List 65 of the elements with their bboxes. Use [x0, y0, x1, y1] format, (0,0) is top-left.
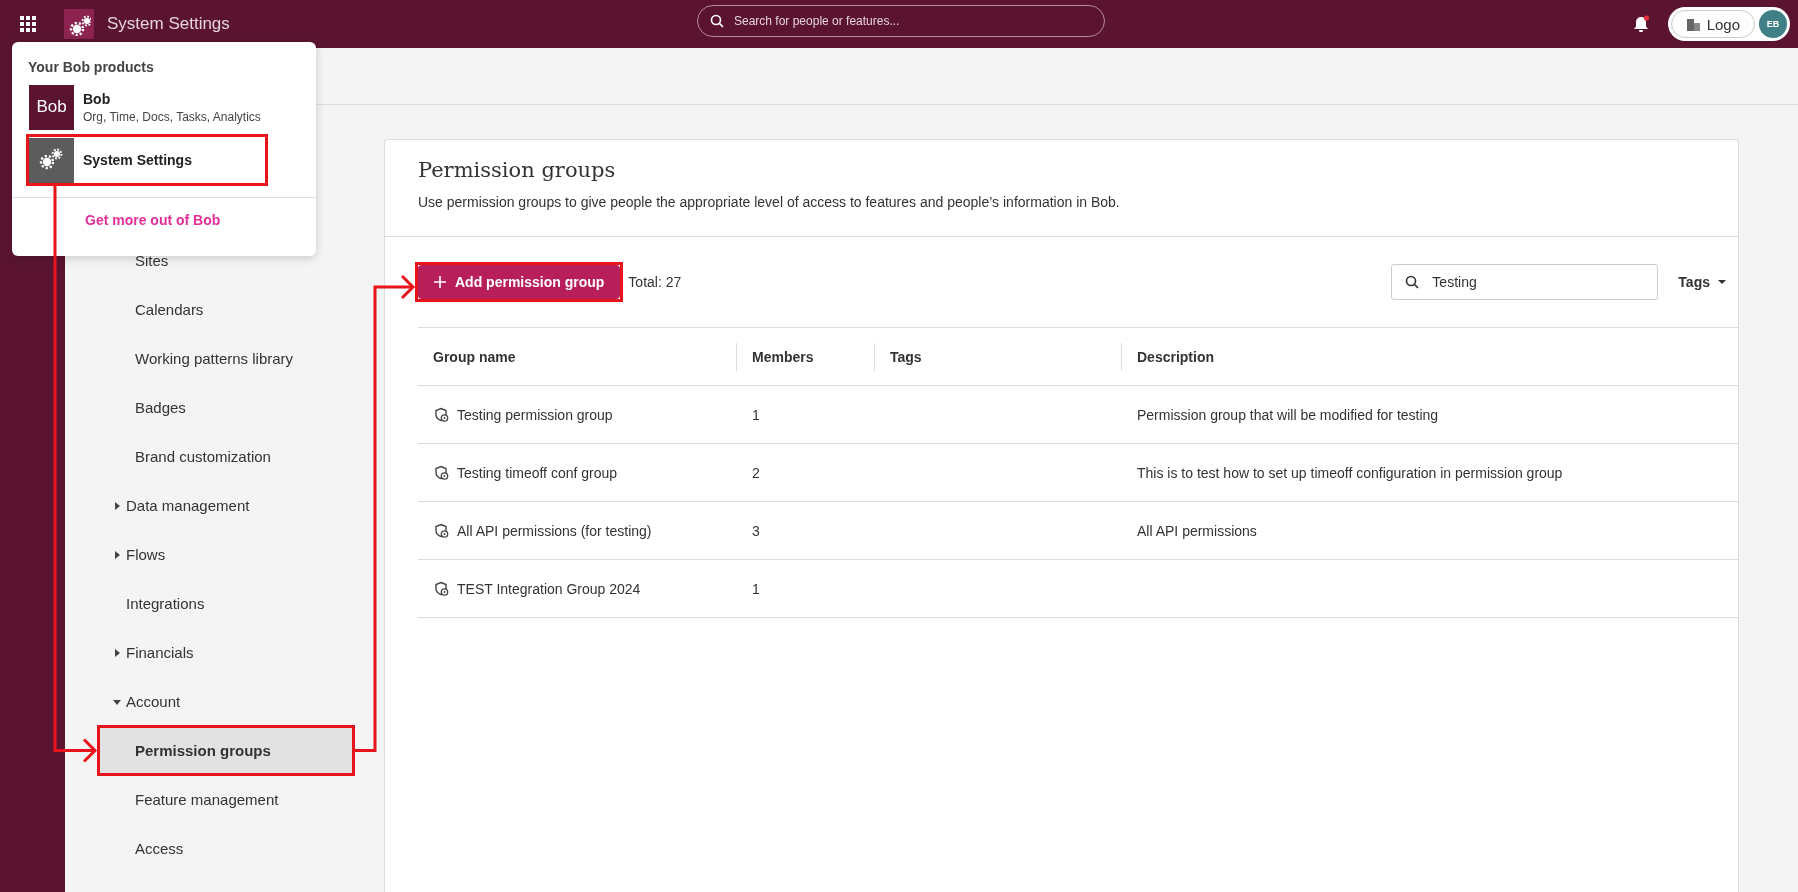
column-header[interactable]: Members: [736, 342, 874, 371]
caret-right-icon: [113, 550, 121, 559]
caret-right-icon: [113, 501, 121, 510]
table-cell: 3: [752, 522, 760, 539]
apps-menu-icon[interactable]: [20, 16, 36, 32]
column-header[interactable]: Group name: [418, 342, 736, 371]
company-button[interactable]: Logo: [1670, 10, 1755, 38]
table-row[interactable]: Testing timeoff conf group 2 This is to test how to set up timeoff configuration in permission group: [418, 444, 1738, 502]
building-icon: [1685, 16, 1701, 32]
product-description: Org, Time, Docs, Tasks, Analytics: [83, 109, 261, 124]
account-switcher[interactable]: Logo EB: [1667, 7, 1790, 41]
menu-title: Your Bob products: [27, 58, 155, 77]
table-cell: 1: [752, 406, 760, 423]
table-row[interactable]: All API permissions (for testing) 3 All API permissions: [418, 502, 1738, 560]
column-header[interactable]: Description: [1121, 342, 1738, 371]
get-more-link[interactable]: Get more out of Bob: [85, 212, 316, 228]
table-row[interactable]: Testing permission group 1 Permission group that will be modified for testing: [418, 386, 1738, 444]
app-title: System Settings: [107, 14, 230, 34]
sidebar-item[interactable]: Flows: [100, 530, 352, 579]
sidebar-item[interactable]: Badges: [100, 383, 352, 432]
table-cell: All API permissions (for testing): [457, 522, 652, 539]
sidebar-item[interactable]: Account: [100, 677, 352, 726]
table-cell: Testing permission group: [457, 406, 613, 423]
table-row[interactable]: TEST Integration Group 2024 1: [418, 560, 1738, 618]
tags-filter[interactable]: Tags: [1672, 274, 1732, 290]
notifications-icon[interactable]: [1631, 14, 1650, 34]
search-icon: [1405, 275, 1420, 289]
sidebar-item[interactable]: Brand customization: [100, 432, 352, 481]
search-icon: [710, 14, 724, 28]
caret-down-icon: [113, 697, 121, 706]
table-cell: Permission group that will be modified for testing: [1137, 406, 1439, 423]
column-header[interactable]: Tags: [874, 342, 1121, 371]
plus-icon: [434, 276, 446, 288]
product-logo: Bob: [29, 84, 74, 130]
sidebar-item[interactable]: Feature management: [100, 775, 352, 824]
sidebar-item[interactable]: Working patterns library: [100, 334, 352, 383]
group-icon: [434, 407, 449, 422]
sidebar-item[interactable]: Financials: [100, 628, 352, 677]
caret-right-icon: [113, 648, 121, 657]
sidebar-item[interactable]: Data management: [100, 481, 352, 530]
product-name: Bob: [83, 90, 112, 107]
page-title: Permission groups: [418, 158, 617, 182]
table-cell: 1: [752, 580, 760, 597]
table-cell: All API permissions: [1137, 522, 1257, 539]
caret-down-icon: [1718, 280, 1726, 284]
product-item[interactable]: System Settings: [29, 137, 265, 183]
sidebar-item[interactable]: Calendars: [100, 285, 352, 334]
add-permission-group-button[interactable]: Add permission group: [418, 265, 621, 299]
sidebar-item[interactable]: Permission groups: [100, 728, 352, 773]
avatar[interactable]: EB: [1759, 10, 1787, 38]
sidebar-item[interactable]: Integrations: [100, 579, 352, 628]
product-name: System Settings: [83, 152, 192, 168]
table-cell: Testing timeoff conf group: [457, 464, 618, 481]
page-description: Use permission groups to give people the appropriate level of access to features and people’s information in Bob.: [418, 194, 1121, 210]
group-icon: [434, 465, 449, 480]
group-icon: [434, 581, 449, 596]
table-cell: 2: [752, 464, 760, 481]
table-cell: TEST Integration Group 2024: [457, 580, 641, 597]
group-icon: [434, 523, 449, 538]
total-count: Total: 27: [628, 274, 682, 290]
search-field[interactable]: Search for people or features...: [697, 5, 1105, 37]
table-cell: This is to test how to set up timeoff configuration in permission group: [1137, 464, 1563, 481]
sidebar-item[interactable]: Access: [100, 824, 352, 873]
search-field[interactable]: Testing: [1391, 264, 1659, 300]
product-item[interactable]: Bob Bob Org, Time, Docs, Tasks, Analytics: [29, 84, 265, 130]
